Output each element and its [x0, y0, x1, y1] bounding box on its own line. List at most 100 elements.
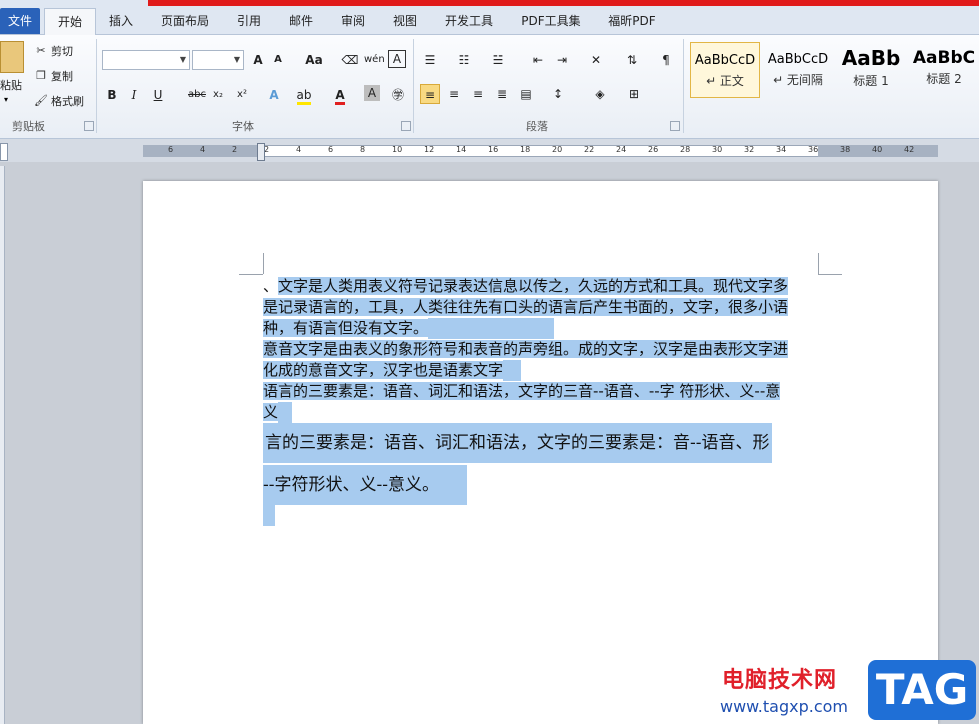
- copy-button[interactable]: ❐ 复制: [34, 68, 73, 84]
- clear-format-button[interactable]: ⌫: [340, 50, 360, 70]
- tab-page-layout[interactable]: 页面布局: [156, 8, 214, 34]
- document-line[interactable]: 、文字是人类用表义符号记录表达信息以传之，久远的方式和工具。现代文字多: [263, 276, 789, 297]
- style-no-spacing[interactable]: AaBbCcD ↵ 无间隔: [763, 42, 833, 98]
- shrink-font-button[interactable]: A: [268, 50, 288, 70]
- numbering-button[interactable]: ☷: [454, 50, 474, 70]
- highlighter-icon: ab: [296, 88, 312, 105]
- phonetic-guide-button[interactable]: wén: [364, 50, 385, 70]
- text-effects-button[interactable]: A: [264, 85, 284, 105]
- superscript-button[interactable]: x²: [232, 85, 252, 105]
- font-launcher-icon[interactable]: [401, 121, 411, 131]
- document-line[interactable]: 语言的三要素是：语音、词汇和语法，文字的三音--语音、--字 符形状、义--意: [263, 381, 781, 402]
- boxed-a-icon: A: [392, 52, 402, 66]
- ruler-tick-label: 36: [808, 145, 819, 154]
- document-line[interactable]: 义: [263, 402, 293, 423]
- justify-button[interactable]: ≣: [492, 84, 512, 104]
- tab-developer[interactable]: 开发工具: [438, 8, 500, 34]
- ruler-tick-label: 2: [232, 145, 238, 154]
- selected-text: 义: [263, 403, 279, 421]
- document-line[interactable]: 意音文字是由表义的象形符号和表音的声旁组。成的文字，汉字是由表形文字进: [263, 339, 789, 360]
- align-right-button[interactable]: ≡: [468, 84, 488, 104]
- ruler-ticks: 6 4 2 2 4 6 8 10 12 14 16 18 20 22 24 26 28 30 32 34 36 38 40 4…: [0, 145, 979, 158]
- ruler-tick-label: 4: [296, 145, 302, 154]
- font-size-combo[interactable]: ▼: [192, 50, 244, 70]
- font-color-button[interactable]: A: [330, 85, 350, 105]
- decrease-indent-button[interactable]: ⇤: [528, 50, 548, 70]
- underline-button[interactable]: U: [148, 85, 168, 105]
- char-border-button[interactable]: A: [388, 50, 406, 68]
- indent-marker[interactable]: [257, 143, 265, 161]
- paste-button[interactable]: 粘贴: [0, 77, 22, 93]
- borders-icon: ⊞: [628, 87, 640, 101]
- tab-review[interactable]: 审阅: [336, 8, 370, 34]
- increase-indent-button[interactable]: ⇥: [552, 50, 572, 70]
- tab-mailings[interactable]: 邮件: [284, 8, 318, 34]
- align-left-button[interactable]: ≡: [420, 84, 440, 104]
- document-line[interactable]: 是记录语言的，工具，人类往往先有口头的语言后产生书面的，文字，很多小语: [263, 297, 789, 318]
- justify-icon: ≣: [496, 87, 508, 101]
- sort-button[interactable]: ⇅: [622, 50, 642, 70]
- align-center-button[interactable]: ≡: [444, 84, 464, 104]
- group-divider: [96, 39, 97, 133]
- paragraph-launcher-icon[interactable]: [670, 121, 680, 131]
- ruler-tick-label: 40: [872, 145, 883, 154]
- ruler-tick-label: 12: [424, 145, 435, 154]
- style-name: 标题 2: [926, 72, 962, 86]
- paste-clipboard-icon[interactable]: [0, 41, 24, 73]
- chevron-down-icon: ▼: [179, 55, 186, 64]
- change-case-icon: Aa: [305, 53, 323, 67]
- bullets-icon: ☰: [424, 53, 436, 67]
- tab-references[interactable]: 引用: [232, 8, 266, 34]
- format-painter-button[interactable]: 🖌 格式刷: [34, 93, 84, 109]
- borders-button[interactable]: ⊞: [624, 84, 644, 104]
- style-heading-2[interactable]: AaBbC 标题 2: [909, 42, 979, 98]
- ruler-tick-label: 42: [904, 145, 915, 154]
- ruler-tick-label: 32: [744, 145, 755, 154]
- enclose-char-button[interactable]: ㊫: [388, 85, 408, 105]
- format-painter-label: 格式刷: [51, 95, 84, 108]
- line-spacing-button[interactable]: ↕: [548, 84, 568, 104]
- distribute-button[interactable]: ▤: [516, 84, 536, 104]
- ruler-tick-label: 8: [360, 145, 366, 154]
- bullets-button[interactable]: ☰: [420, 50, 440, 70]
- subscript-button[interactable]: x₂: [208, 85, 228, 105]
- document-line[interactable]: --字符形状、义--意义。: [263, 465, 467, 505]
- cut-label: 剪切: [51, 45, 73, 58]
- show-marks-button[interactable]: ¶: [656, 50, 676, 70]
- document-line[interactable]: 种，有语言但没有文字。: [263, 318, 555, 339]
- grow-font-button[interactable]: A: [248, 50, 268, 70]
- clipboard-launcher-icon[interactable]: [84, 121, 94, 131]
- chinese-layout-icon: ✕: [590, 53, 602, 67]
- enclosed-char-icon: ㊫: [391, 88, 404, 102]
- multilevel-list-button[interactable]: ☱: [488, 50, 508, 70]
- chinese-layout-button[interactable]: ✕: [586, 50, 606, 70]
- shrink-font-icon: A: [274, 54, 282, 65]
- tab-view[interactable]: 视图: [388, 8, 422, 34]
- tab-foxit-pdf[interactable]: 福昕PDF: [602, 8, 662, 34]
- bold-button[interactable]: B: [102, 85, 122, 105]
- tab-home[interactable]: 开始: [44, 8, 96, 36]
- strikethrough-button[interactable]: abc: [184, 85, 210, 105]
- style-heading-1[interactable]: AaBb 标题 1: [836, 42, 906, 98]
- ruler-tick-label: 14: [456, 145, 467, 154]
- group-divider: [683, 39, 684, 133]
- paste-dropdown-icon[interactable]: ▾: [4, 95, 8, 104]
- align-center-icon: ≡: [448, 87, 460, 101]
- font-name-combo[interactable]: ▼: [102, 50, 190, 70]
- document-line[interactable]: 化成的意音文字，汉字也是语素文字: [263, 360, 522, 381]
- cut-button[interactable]: ✂ 剪切: [34, 43, 73, 59]
- document-page[interactable]: 、文字是人类用表义符号记录表达信息以传之，久远的方式和工具。现代文字多 是记录语…: [143, 181, 938, 724]
- style-normal[interactable]: AaBbCcD ↵ 正文: [690, 42, 760, 98]
- change-case-button[interactable]: Aa: [300, 50, 328, 70]
- scissors-icon: ✂: [36, 44, 46, 57]
- document-line[interactable]: 言的三要素是：语音、词汇和语法，文字的三要素是：音--语音、形: [263, 423, 772, 463]
- char-shading-button[interactable]: A: [364, 85, 380, 101]
- highlight-button[interactable]: ab: [294, 85, 314, 105]
- italic-button[interactable]: I: [124, 85, 144, 105]
- tab-pdf-tools[interactable]: PDF工具集: [516, 8, 586, 34]
- tab-file[interactable]: 文件: [0, 8, 40, 34]
- selected-text-tail: [503, 360, 522, 381]
- decrease-indent-icon: ⇤: [532, 53, 544, 67]
- shading-button[interactable]: ◈: [590, 84, 610, 104]
- tab-insert[interactable]: 插入: [104, 8, 138, 34]
